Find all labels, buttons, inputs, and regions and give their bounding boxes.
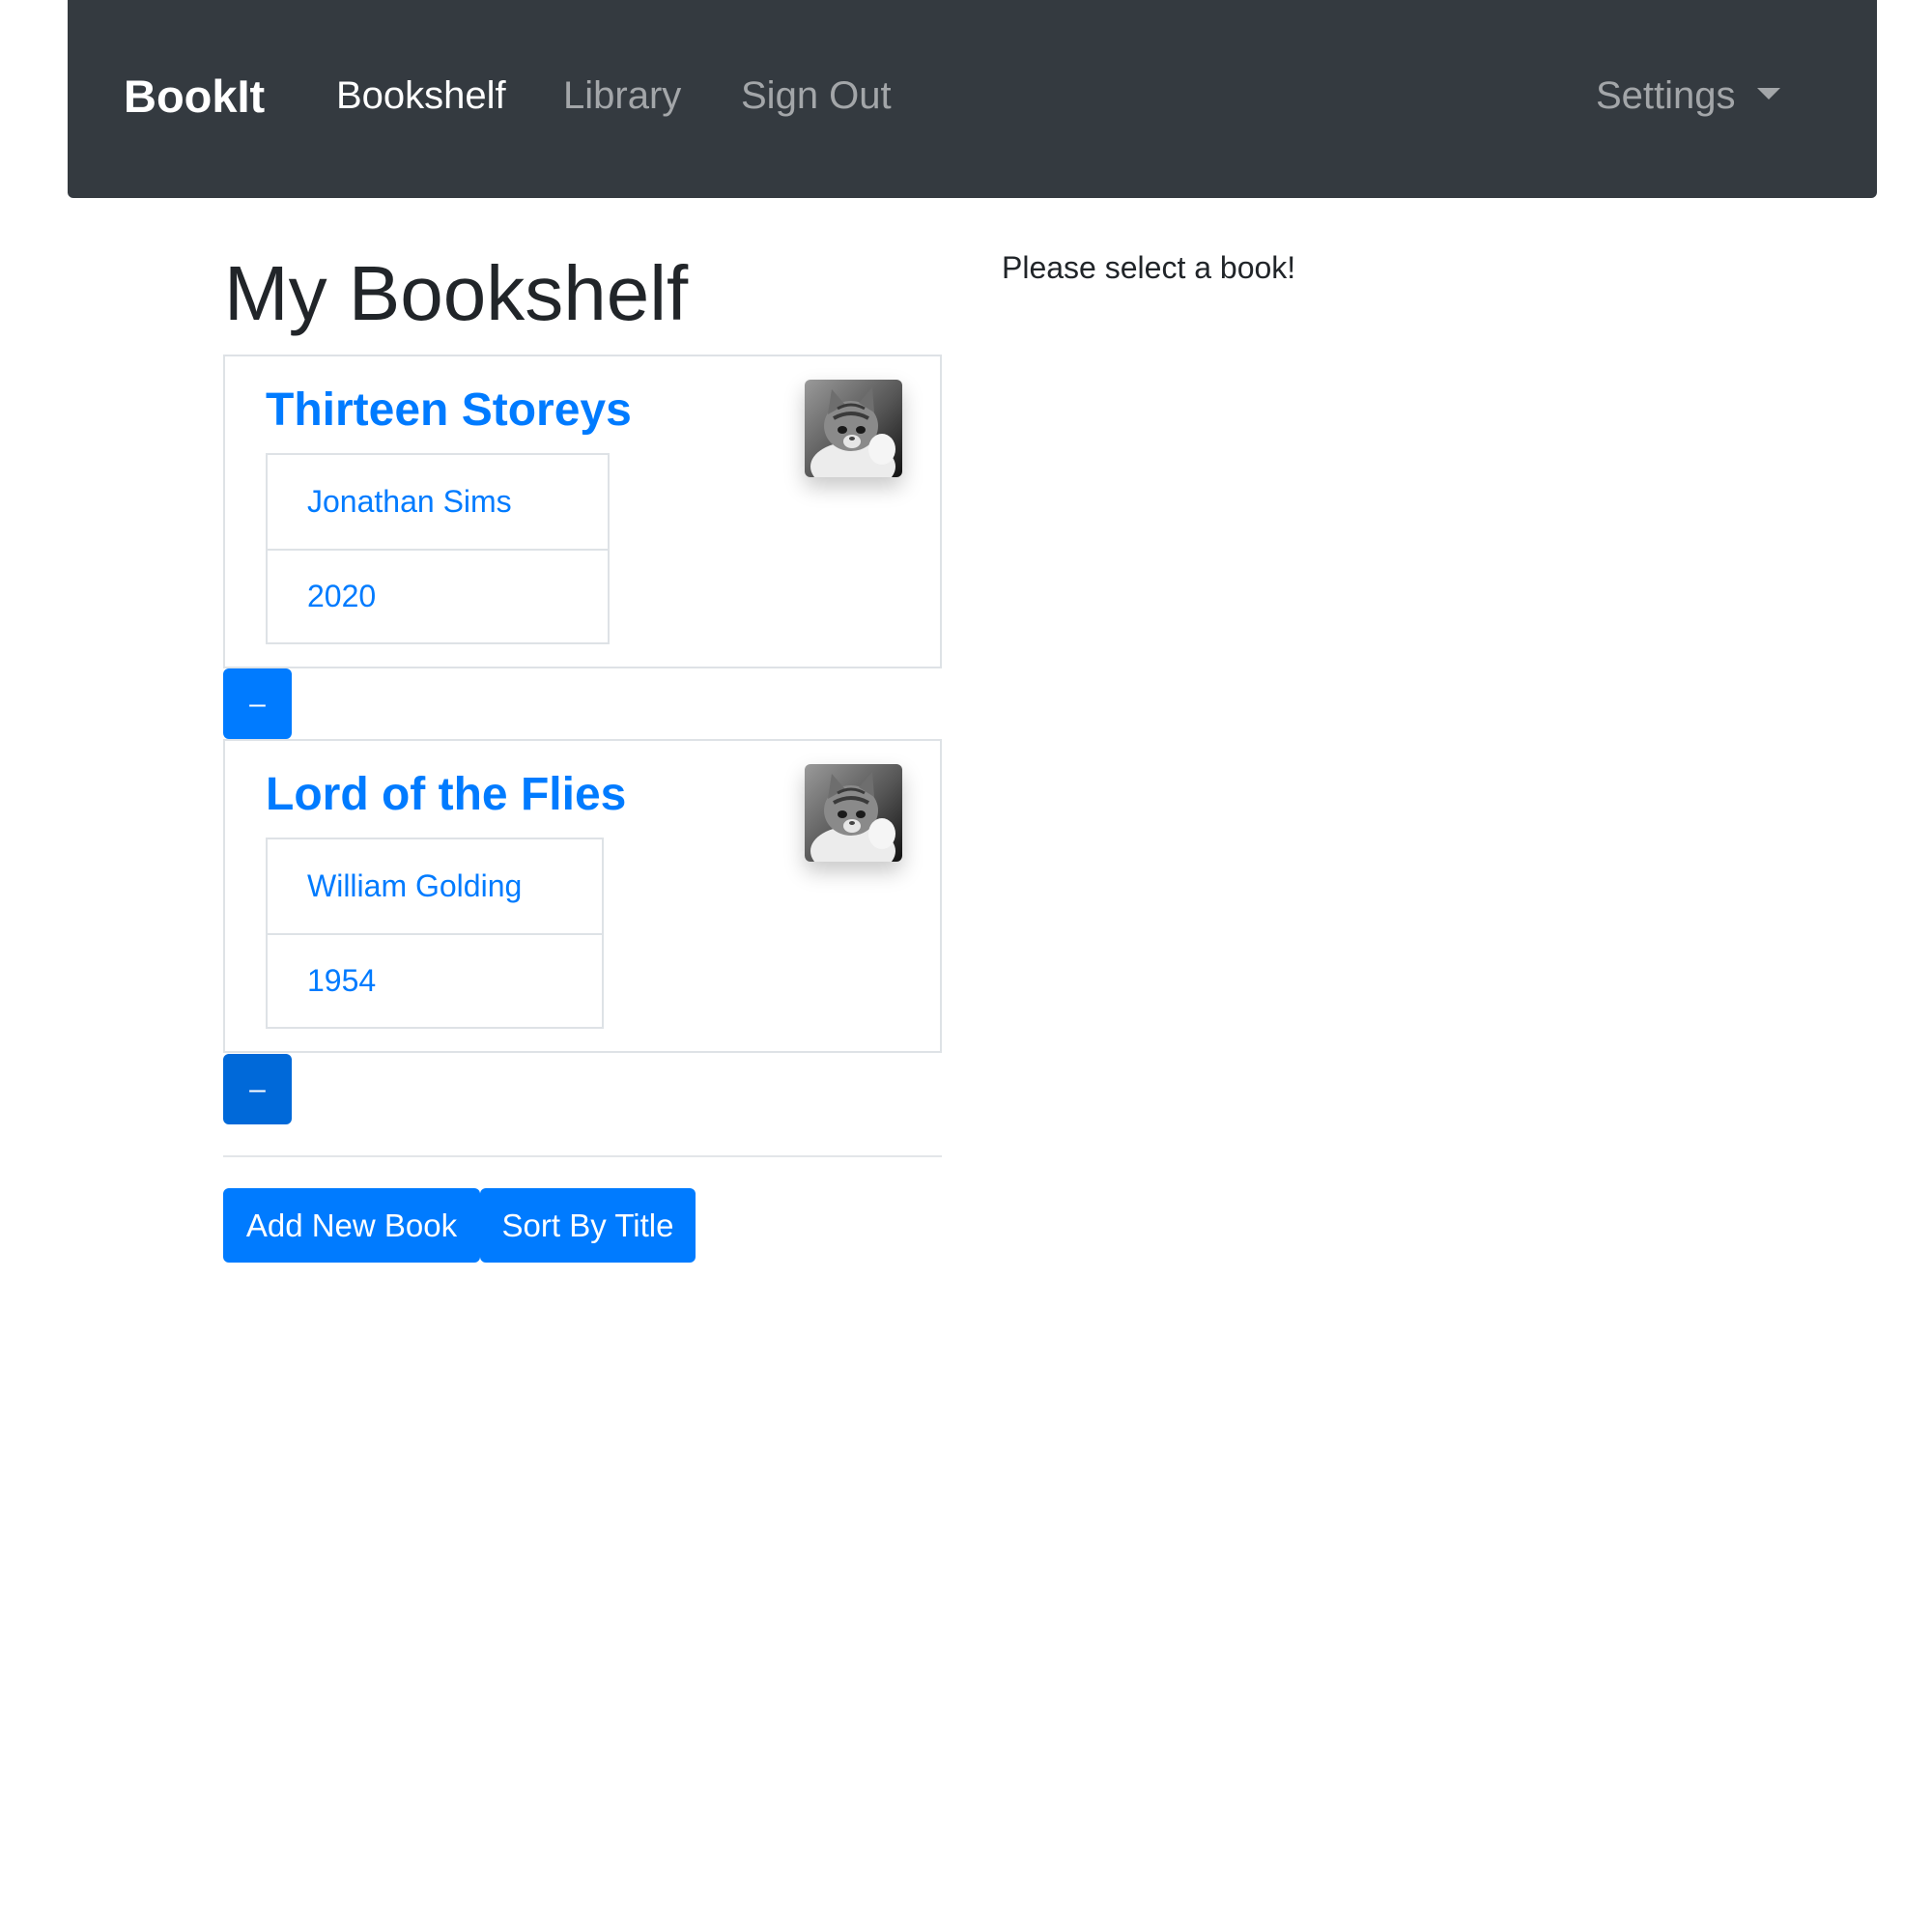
book-year-link[interactable]: 1954 <box>268 933 602 1027</box>
page-title: My Bookshelf <box>224 250 689 336</box>
brand-link[interactable]: BookIt <box>124 70 265 123</box>
empty-selection-message: Please select a book! <box>1002 250 1296 285</box>
remove-book-button[interactable]: – <box>223 1054 292 1124</box>
book-author-link[interactable]: William Golding <box>268 839 602 933</box>
kitten-thumbnail-icon <box>805 380 902 477</box>
divider <box>223 1155 942 1157</box>
book-title-link[interactable]: Lord of the Flies <box>266 768 626 821</box>
remove-book-button[interactable]: – <box>223 668 292 739</box>
caret-down-icon <box>1756 88 1780 99</box>
book-card: Thirteen Storeys Jonathan Sims 2020 <box>223 355 942 668</box>
page: BookIt Bookshelf Library Sign Out Settin… <box>0 0 1932 1932</box>
nav-item-sign-out[interactable]: Sign Out <box>741 74 892 118</box>
sort-by-title-button[interactable]: Sort By Title <box>480 1188 696 1263</box>
book-details-list: William Golding 1954 <box>266 838 604 1029</box>
add-new-book-button[interactable]: Add New Book <box>223 1188 480 1263</box>
book-title-link[interactable]: Thirteen Storeys <box>266 384 632 437</box>
nav-item-library[interactable]: Library <box>563 74 681 118</box>
book-author-link[interactable]: Jonathan Sims <box>268 455 608 549</box>
book-details-list: Jonathan Sims 2020 <box>266 453 610 644</box>
navbar: BookIt Bookshelf Library Sign Out Settin… <box>68 0 1877 198</box>
settings-label: Settings <box>1596 74 1736 117</box>
book-card: Lord of the Flies William Golding 1954 <box>223 739 942 1053</box>
nav-item-bookshelf[interactable]: Bookshelf <box>336 74 506 118</box>
kitten-thumbnail-icon <box>805 764 902 862</box>
book-year-link[interactable]: 2020 <box>268 549 608 642</box>
settings-dropdown[interactable]: Settings <box>1596 74 1780 118</box>
